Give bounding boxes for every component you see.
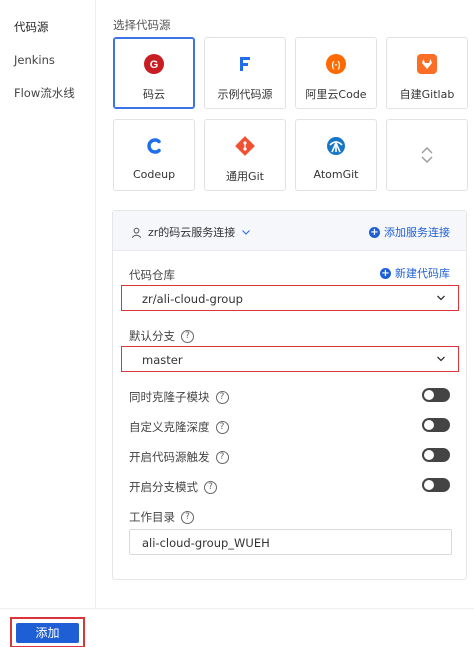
- chevron-down-icon: [437, 295, 445, 301]
- source-card-sample[interactable]: 示例代码源: [204, 37, 286, 109]
- git-icon: [235, 136, 255, 156]
- toggle-row-branch-mode: 开启分支模式 ?: [129, 479, 217, 495]
- workdir-label: 工作目录 ?: [129, 509, 194, 525]
- sidebar-item-jenkins[interactable]: Jenkins: [14, 53, 55, 67]
- branch-mode-toggle[interactable]: [422, 478, 450, 492]
- help-icon[interactable]: ?: [215, 450, 229, 464]
- repo-select-value: zr/ali-cloud-group: [142, 292, 243, 306]
- help-icon[interactable]: ?: [215, 390, 229, 404]
- source-label: Codeup: [132, 168, 176, 181]
- toggle-label: 同时克隆子模块: [129, 390, 210, 404]
- clone-depth-toggle[interactable]: [422, 418, 450, 432]
- connection-panel: zr的码云服务连接 + 添加服务连接 代码仓库 + 新建代码库 zr/ali-c…: [112, 210, 467, 580]
- toggle-label: 自定义克隆深度: [129, 420, 210, 434]
- source-label: 示例代码源: [217, 88, 273, 101]
- section-label: 选择代码源: [113, 18, 171, 32]
- help-icon[interactable]: ?: [181, 329, 194, 343]
- codeup-icon: [144, 136, 164, 156]
- source-card-gitee[interactable]: G 码云: [113, 37, 195, 109]
- source-card-codeup[interactable]: Codeup: [113, 119, 195, 191]
- svg-text:(-): (-): [332, 60, 341, 70]
- toggle-row-trigger: 开启代码源触发 ?: [129, 449, 229, 465]
- source-card-git[interactable]: 通用Git: [204, 119, 286, 191]
- source-label: 阿里云Code: [305, 88, 367, 101]
- workdir-input[interactable]: ali-cloud-group_WUEH: [129, 529, 452, 555]
- source-card-aliyun-code[interactable]: (-) 阿里云Code: [295, 37, 377, 109]
- sidebar-item-flow[interactable]: Flow流水线: [14, 85, 75, 101]
- source-card-gitlab[interactable]: 自建Gitlab: [386, 37, 468, 109]
- repo-label: 代码仓库: [129, 267, 175, 283]
- branch-select-value: master: [142, 353, 183, 367]
- svg-text:G: G: [150, 59, 159, 71]
- add-button-highlight: 添加: [10, 617, 85, 647]
- flow-f-icon: [235, 54, 255, 74]
- gitee-icon: G: [144, 54, 164, 74]
- user-icon: [131, 227, 142, 238]
- sidebar-item-code-source[interactable]: 代码源: [14, 19, 49, 35]
- branch-label: 默认分支 ?: [129, 328, 194, 344]
- more-sources-toggle[interactable]: [386, 119, 468, 191]
- footer: 添加: [0, 608, 474, 647]
- add-connection-link[interactable]: + 添加服务连接: [369, 224, 450, 240]
- repo-label-text: 代码仓库: [129, 268, 175, 282]
- source-label: 通用Git: [226, 170, 264, 183]
- help-icon[interactable]: ?: [181, 510, 194, 524]
- repo-select[interactable]: zr/ali-cloud-group: [121, 285, 459, 311]
- source-label: 码云: [143, 88, 165, 101]
- branch-select[interactable]: master: [121, 346, 459, 372]
- toggle-label: 开启分支模式: [129, 480, 198, 494]
- plus-circle-icon: +: [380, 267, 391, 279]
- chevron-down-icon: [242, 230, 251, 235]
- source-label: AtomGit: [313, 168, 359, 181]
- submodule-toggle[interactable]: [422, 388, 450, 402]
- add-button[interactable]: 添加: [16, 623, 79, 643]
- toggle-label: 开启代码源触发: [129, 450, 210, 464]
- chevron-up-down-icon: [417, 145, 437, 165]
- panel-header: zr的码云服务连接 + 添加服务连接: [113, 211, 466, 251]
- source-label: 自建Gitlab: [399, 88, 455, 101]
- source-card-atomgit[interactable]: AtomGit: [295, 119, 377, 191]
- aliyun-code-icon: (-): [326, 54, 346, 74]
- help-icon[interactable]: ?: [215, 420, 229, 434]
- branch-label-text: 默认分支: [129, 329, 175, 343]
- chevron-down-icon: [437, 356, 445, 362]
- add-connection-label: 添加服务连接: [384, 226, 450, 239]
- workdir-label-text: 工作目录: [129, 510, 175, 524]
- help-icon[interactable]: ?: [204, 480, 217, 494]
- atomgit-icon: [326, 136, 346, 156]
- new-repo-label: 新建代码库: [395, 267, 450, 280]
- sidebar: 代码源 Jenkins Flow流水线: [0, 0, 96, 608]
- source-trigger-toggle[interactable]: [422, 448, 450, 462]
- connection-selector[interactable]: zr的码云服务连接: [131, 224, 251, 240]
- gitlab-icon: [417, 54, 437, 74]
- main-content: 选择代码源 G 码云 示例代码源 (-) 阿里云Code 自建Gitlab Co…: [96, 0, 474, 608]
- workdir-value: ali-cloud-group_WUEH: [142, 536, 270, 550]
- toggle-row-submodule: 同时克隆子模块 ?: [129, 389, 229, 405]
- toggle-row-depth: 自定义克隆深度 ?: [129, 419, 229, 435]
- connection-name: zr的码云服务连接: [148, 226, 236, 239]
- new-repo-link[interactable]: + 新建代码库: [380, 265, 450, 281]
- plus-circle-icon: +: [369, 226, 380, 238]
